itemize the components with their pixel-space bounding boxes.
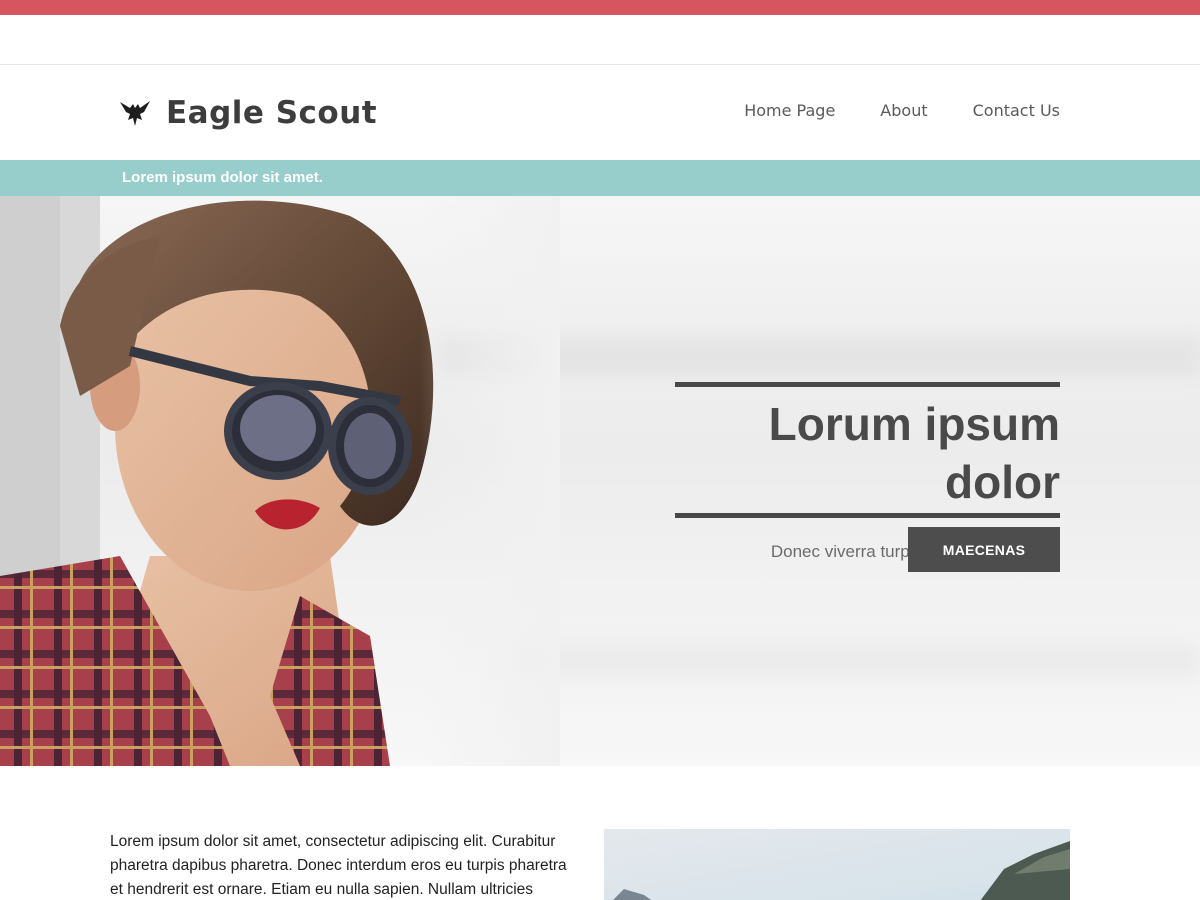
main-nav: Home Page About Contact Us bbox=[699, 101, 1060, 120]
hero-title: Lorum ipsum dolor bbox=[675, 382, 1060, 518]
nav-about[interactable]: About bbox=[880, 101, 927, 120]
eagle-icon bbox=[120, 101, 150, 126]
brand-link[interactable]: Eagle Scout bbox=[118, 95, 377, 131]
site-header: Eagle Scout Home Page About Contact Us bbox=[0, 65, 1200, 160]
top-accent-bar bbox=[0, 0, 1200, 15]
brand-name: Eagle Scout bbox=[166, 95, 378, 131]
content-paragraph: Lorem ipsum dolor sit amet, consectetur … bbox=[110, 833, 567, 898]
mountain-landscape-image bbox=[604, 829, 1070, 900]
hero-text-box: Lorum ipsum dolor Donec viverra turpis e… bbox=[675, 382, 1060, 572]
maecenas-button[interactable]: MAECENAS bbox=[908, 527, 1060, 572]
announcement-text: Lorem ipsum dolor sit amet. bbox=[122, 169, 323, 186]
nav-contact-us[interactable]: Contact Us bbox=[973, 101, 1060, 120]
hero-background-blur bbox=[520, 646, 1200, 676]
content-section: Lorem ipsum dolor sit amet, consectetur … bbox=[0, 766, 1200, 900]
hero-photo-woman-sunglasses bbox=[0, 196, 560, 766]
top-strip bbox=[0, 15, 1200, 65]
nav-home-page[interactable]: Home Page bbox=[744, 101, 835, 120]
hero-banner: Lorum ipsum dolor Donec viverra turpis e… bbox=[0, 196, 1200, 766]
announcement-bar: Lorem ipsum dolor sit amet. bbox=[0, 160, 1200, 196]
